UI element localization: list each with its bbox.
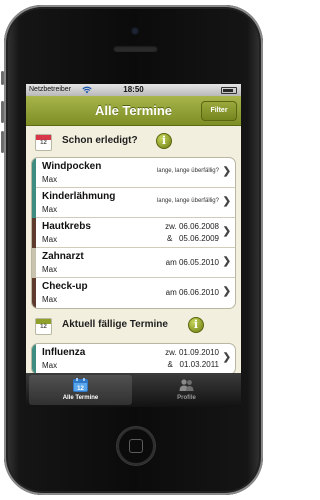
list-item[interactable]: Kinderlähmung Max lange, lange überfälli…	[32, 188, 235, 218]
item-title: Kinderlähmung	[42, 191, 116, 202]
chevron-right-icon: ❯	[222, 226, 231, 237]
chevron-right-icon: ❯	[222, 352, 231, 363]
item-person: Max	[42, 265, 58, 274]
list-item[interactable]: Influenza Max zw. 01.09.2010 & 01.03.201…	[32, 344, 235, 373]
section-list-due: Influenza Max zw. 01.09.2010 & 01.03.201…	[31, 343, 236, 373]
item-title: Zahnarzt	[42, 251, 84, 262]
item-title: Hautkrebs	[42, 221, 91, 232]
category-stripe	[32, 188, 36, 218]
filter-button[interactable]: Filter	[201, 101, 237, 121]
item-overdue-note: lange, lange überfällig?	[156, 198, 219, 204]
svg-text:12: 12	[77, 386, 84, 392]
item-overdue-note: lange, lange überfällig?	[156, 168, 219, 174]
section-header-done: 12 Schon erledigt? i	[26, 127, 241, 157]
item-person: Max	[42, 205, 58, 214]
chevron-right-icon: ❯	[222, 166, 231, 177]
item-date-to: & 01.03.2011	[167, 360, 219, 369]
category-stripe	[32, 158, 36, 188]
item-person: Max	[42, 235, 58, 244]
ringer-switch	[1, 71, 4, 85]
calendar-green-icon: 12	[35, 318, 52, 335]
people-tab-icon	[179, 379, 194, 391]
item-date-from: zw. 06.06.2008	[165, 222, 219, 231]
volume-down-button	[1, 131, 4, 153]
battery-icon	[221, 87, 237, 94]
speaker-grille	[113, 45, 158, 52]
item-date-to: & 05.06.2009	[166, 234, 219, 243]
tab-profile[interactable]: Profile	[135, 375, 238, 405]
item-person: Max	[42, 175, 58, 184]
category-stripe	[32, 218, 36, 248]
home-button[interactable]	[117, 427, 155, 465]
section-title: Schon erledigt?	[62, 135, 138, 146]
item-date: am 06.05.2010	[165, 258, 219, 267]
tab-label: Profile	[177, 395, 196, 401]
chevron-right-icon: ❯	[222, 286, 231, 297]
category-stripe	[32, 248, 36, 278]
section-header-due: 12 Aktuell fällige Termine i	[26, 311, 241, 341]
status-bar: Netzbetreiber 18:50	[26, 84, 241, 96]
item-date: am 06.06.2010	[165, 288, 219, 297]
camera-icon	[131, 27, 139, 35]
section-title: Aktuell fällige Termine	[62, 319, 168, 330]
appointment-list[interactable]: 12 Schon erledigt? i Windpocken Max lang…	[26, 127, 241, 373]
volume-up-button	[1, 101, 4, 123]
category-stripe	[32, 344, 36, 373]
chevron-right-icon: ❯	[222, 256, 231, 267]
tab-all-appointments[interactable]: 12 Alle Termine	[29, 375, 132, 405]
tab-bar: 12 Alle Termine Profile	[26, 373, 241, 407]
item-person: Max	[42, 361, 58, 370]
item-title: Check-up	[42, 281, 88, 292]
info-icon[interactable]: i	[156, 133, 172, 149]
navigation-bar: Alle Termine Filter	[26, 96, 241, 126]
clock: 18:50	[123, 85, 144, 94]
calendar-red-icon: 12	[35, 134, 52, 151]
item-date-from: zw. 01.09.2010	[165, 348, 219, 357]
info-icon[interactable]: i	[188, 317, 204, 333]
item-person: Max	[42, 295, 58, 304]
list-item[interactable]: Hautkrebs Max zw. 06.06.2008 & 05.06.200…	[32, 218, 235, 248]
category-stripe	[32, 278, 36, 308]
tab-label: Alle Termine	[62, 395, 99, 401]
app-screen: Netzbetreiber 18:50 Alle Termine Filter …	[26, 84, 241, 407]
list-item[interactable]: Windpocken Max lange, lange überfällig? …	[32, 158, 235, 188]
list-item[interactable]: Zahnarzt Max am 06.05.2010 ❯	[32, 248, 235, 278]
section-list-done: Windpocken Max lange, lange überfällig? …	[31, 157, 236, 309]
chevron-right-icon: ❯	[222, 196, 231, 207]
item-title: Influenza	[42, 347, 86, 358]
calendar-tab-icon: 12	[73, 378, 88, 392]
item-title: Windpocken	[42, 161, 102, 172]
list-item[interactable]: Check-up Max am 06.06.2010 ❯	[32, 278, 235, 308]
